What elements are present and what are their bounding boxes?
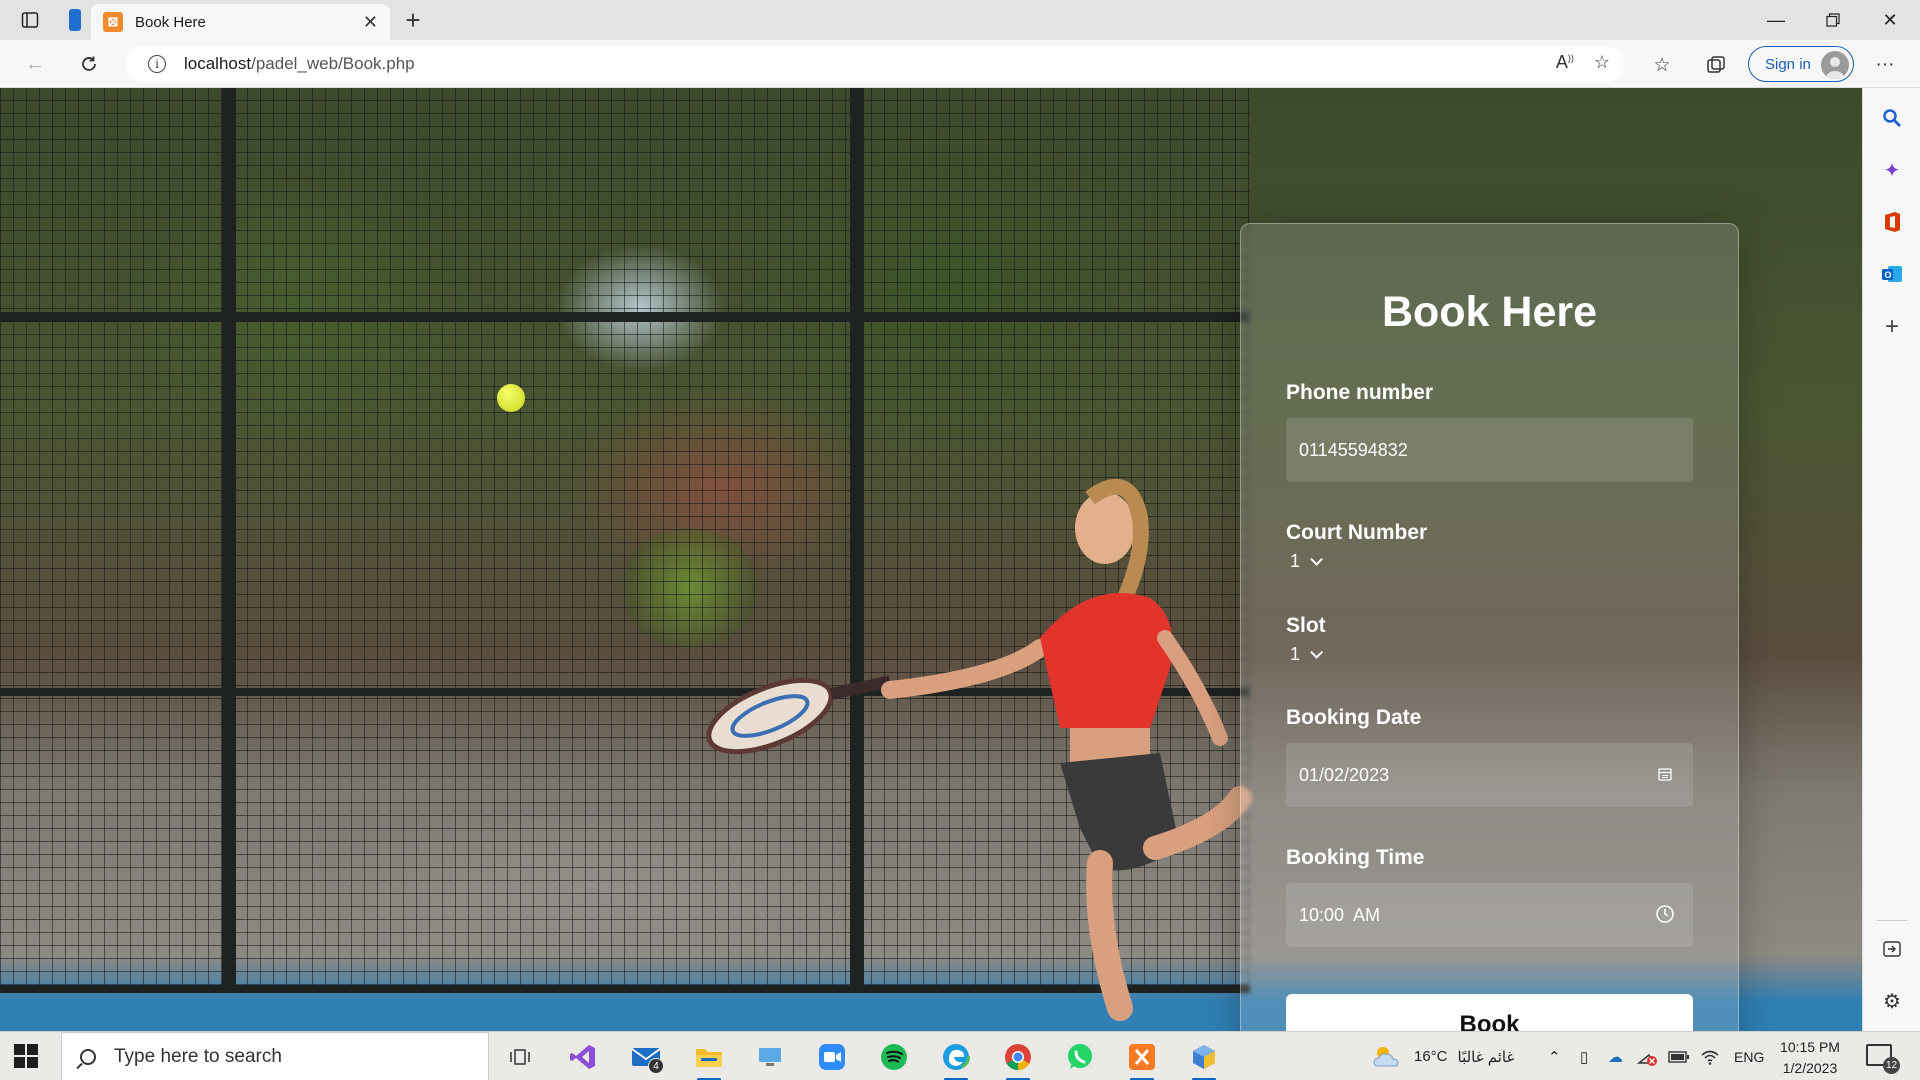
spotify-icon[interactable] — [874, 1038, 914, 1076]
wifi-icon[interactable] — [1700, 1032, 1720, 1080]
windows-start-icon[interactable] — [14, 1044, 38, 1068]
chrome-icon[interactable] — [998, 1038, 1038, 1080]
read-aloud-icon[interactable]: A)) — [1556, 52, 1574, 73]
fence-post — [222, 88, 236, 988]
tab-title: Book Here — [135, 13, 206, 31]
time-label: Booking Time — [1286, 846, 1425, 869]
profile-avatar-icon — [1821, 51, 1849, 79]
office-icon[interactable] — [1879, 209, 1905, 235]
tab-book-here[interactable]: ⊠ Book Here ✕ — [91, 4, 390, 40]
tab-actions-icon[interactable] — [15, 6, 45, 34]
file-explorer-icon[interactable] — [689, 1038, 729, 1080]
chevron-down-icon — [1310, 553, 1324, 566]
outlook-icon[interactable]: O — [1879, 261, 1905, 287]
search-icon — [80, 1048, 96, 1065]
add-icon[interactable]: + — [1879, 313, 1905, 340]
remote-desktop-icon[interactable] — [750, 1038, 790, 1076]
settings-gear-icon[interactable]: ⚙ — [1879, 988, 1905, 1014]
fence-rail — [0, 312, 1250, 322]
slot-label: Slot — [1286, 614, 1326, 637]
collections-icon[interactable] — [1701, 50, 1731, 80]
booking-form-card: Book Here Phone number 01145594832 Court… — [1240, 223, 1739, 1031]
xampp-icon[interactable] — [1122, 1038, 1162, 1080]
taskbar-clock[interactable]: 10:15 PM 1/2/2023 — [1770, 1037, 1850, 1079]
slot-select[interactable]: 1 — [1290, 644, 1324, 665]
url-text[interactable]: localhost/padel_web/Book.php — [184, 54, 415, 74]
svg-text:O: O — [1885, 270, 1892, 280]
workspaces-icon[interactable] — [60, 6, 90, 34]
restore-button[interactable] — [1805, 0, 1861, 40]
more-options-icon[interactable]: ··· — [1870, 50, 1900, 80]
notification-count-badge: 12 — [1883, 1057, 1900, 1074]
date-label: Booking Date — [1286, 706, 1422, 729]
chevron-down-icon — [1310, 646, 1324, 659]
clock-icon[interactable] — [1655, 904, 1675, 924]
windows-taskbar: Type here to search 4 16°C غائم غالبًا ⌃… — [0, 1031, 1920, 1080]
sidebar-divider — [1877, 920, 1907, 921]
padel-player-image — [706, 478, 1252, 1021]
notification-center-icon[interactable]: 12 — [1866, 1044, 1900, 1074]
show-hidden-icons[interactable]: ⌃ — [1548, 1032, 1561, 1080]
hide-sidebar-icon[interactable] — [1879, 936, 1905, 962]
device-icon[interactable]: ▯ — [1580, 1032, 1588, 1080]
taskbar-search-box[interactable]: Type here to search — [61, 1032, 489, 1080]
phone-input[interactable]: 01145594832 — [1286, 418, 1693, 482]
mail-icon[interactable]: 4 — [626, 1038, 666, 1076]
form-title: Book Here — [1381, 288, 1598, 336]
court-select[interactable]: 1 — [1290, 551, 1324, 572]
weather-cloud-icon — [1373, 1046, 1399, 1066]
virtualbox-icon[interactable] — [1184, 1038, 1224, 1080]
back-button[interactable]: ← — [18, 48, 52, 80]
close-window-button[interactable]: ✕ — [1862, 0, 1918, 40]
search-icon[interactable] — [1879, 105, 1905, 131]
edge-sidebar: ✦ O + ⚙ — [1862, 88, 1920, 1031]
battery-icon[interactable] — [1668, 1032, 1690, 1080]
edge-browser-icon[interactable] — [936, 1038, 976, 1080]
refresh-button[interactable] — [72, 48, 106, 80]
mail-badge: 4 — [648, 1058, 664, 1074]
address-bar[interactable]: i localhost/padel_web/Book.php A)) ☆ — [126, 46, 1624, 82]
tab-strip: ⊠ Book Here ✕ + — ✕ — [0, 0, 1920, 40]
visual-studio-icon[interactable] — [563, 1038, 603, 1076]
task-view-icon[interactable] — [500, 1038, 540, 1076]
network-status-icon[interactable] — [1636, 1032, 1658, 1080]
date-input[interactable]: 01/02/2023 — [1286, 743, 1693, 807]
weather-widget[interactable]: 16°C غائم غالبًا — [1372, 1032, 1514, 1080]
zoom-icon[interactable] — [812, 1038, 852, 1076]
court-label: Court Number — [1286, 521, 1428, 544]
site-info-icon[interactable]: i — [148, 55, 166, 73]
sign-in-button[interactable]: Sign in — [1748, 46, 1854, 82]
page-background: Book Here Phone number 01145594832 Court… — [0, 88, 1862, 1031]
time-input[interactable]: 10:00 AM — [1286, 883, 1693, 947]
add-favorite-icon[interactable]: ☆ — [1594, 52, 1610, 73]
new-tab-button[interactable]: + — [398, 5, 428, 35]
browser-toolbar: ← i localhost/padel_web/Book.php A)) ☆ ☆… — [0, 40, 1920, 88]
language-indicator[interactable]: ENG — [1734, 1032, 1764, 1080]
book-button[interactable]: Book — [1286, 994, 1693, 1031]
favorites-icon[interactable]: ☆ — [1647, 50, 1677, 80]
sparkle-icon[interactable]: ✦ — [1879, 157, 1905, 183]
calendar-icon[interactable] — [1655, 764, 1675, 784]
phone-label: Phone number — [1286, 381, 1434, 404]
tennis-ball — [497, 384, 525, 412]
whatsapp-icon[interactable] — [1060, 1038, 1100, 1076]
minimize-button[interactable]: — — [1748, 0, 1804, 40]
close-tab-icon[interactable]: ✕ — [363, 12, 378, 33]
xampp-favicon-icon: ⊠ — [103, 12, 123, 32]
onedrive-icon[interactable]: ☁ — [1608, 1032, 1623, 1080]
